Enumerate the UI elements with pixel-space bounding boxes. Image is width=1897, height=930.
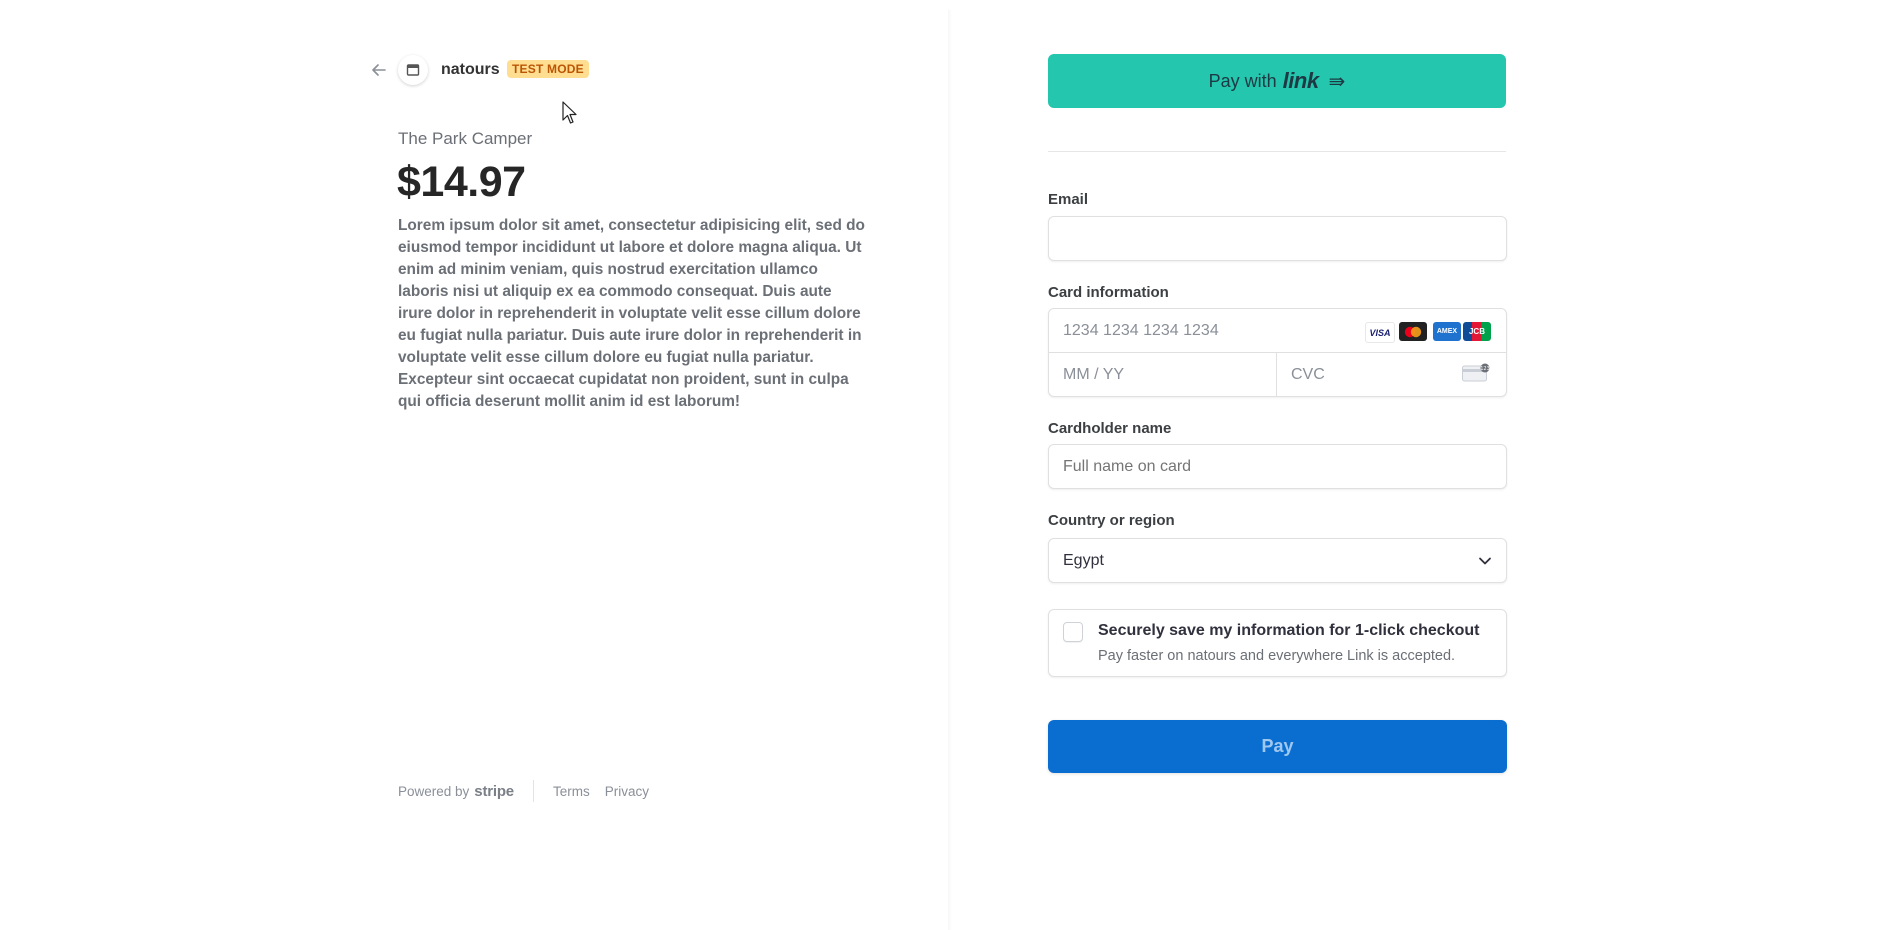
order-summary-panel: natours TEST MODE The Park Camper $14.97…	[0, 0, 951, 923]
product-description: Lorem ipsum dolor sit amet, consectetur …	[398, 217, 865, 410]
panel-divider	[948, 10, 952, 930]
link-arrow-icon: ⇛	[1328, 70, 1346, 93]
country-label: Country or region	[1048, 512, 1175, 529]
merchant-logo	[398, 55, 428, 85]
chevron-down-icon	[1479, 557, 1491, 565]
mastercard-icon	[1399, 322, 1427, 341]
save-info-checkbox[interactable]	[1063, 622, 1083, 642]
card-number-placeholder: 1234 1234 1234 1234	[1063, 321, 1219, 339]
card-cvc-field[interactable]: CVC 123	[1277, 353, 1506, 397]
terms-link[interactable]: Terms	[553, 784, 590, 799]
stripe-logo[interactable]: stripe	[474, 783, 514, 800]
merchant-name: natours	[441, 61, 500, 78]
pay-button[interactable]: Pay	[1048, 720, 1507, 773]
cardholder-label: Cardholder name	[1048, 420, 1172, 437]
email-field[interactable]	[1048, 216, 1507, 261]
link-button-prefix: Pay with	[1208, 70, 1277, 91]
cvc-placeholder: CVC	[1291, 366, 1325, 383]
separator	[1048, 151, 1506, 152]
expiry-placeholder: MM / YY	[1063, 366, 1125, 383]
jcb-icon: JCB	[1463, 322, 1491, 341]
powered-by-text: Powered by	[398, 783, 470, 799]
visa-icon: VISA	[1365, 322, 1395, 343]
save-info-title: Securely save my information for 1-click…	[1098, 622, 1480, 639]
email-label: Email	[1048, 191, 1089, 208]
card-expiry-field[interactable]: MM / YY	[1049, 353, 1277, 397]
product-name: The Park Camper	[398, 129, 533, 148]
card-information-group: 1234 1234 1234 1234 VISA AMEX JCB MM / Y…	[1048, 308, 1507, 397]
privacy-link[interactable]: Privacy	[605, 784, 649, 799]
footer: Powered by stripe Terms Privacy	[398, 780, 664, 802]
product-price: $14.97	[397, 158, 526, 206]
store-icon	[406, 64, 420, 76]
card-info-label: Card information	[1048, 284, 1169, 301]
cvc-card-icon: 123	[1462, 363, 1490, 382]
pay-with-link-button[interactable]: Pay with link ⇛	[1048, 54, 1506, 108]
mouse-cursor-icon	[562, 101, 578, 130]
test-mode-badge: TEST MODE	[507, 60, 589, 78]
save-info-subtitle: Pay faster on natours and everywhere Lin…	[1098, 648, 1456, 664]
save-info-box: Securely save my information for 1-click…	[1048, 609, 1507, 677]
country-select[interactable]: Egypt	[1048, 538, 1507, 583]
amex-icon: AMEX	[1433, 322, 1461, 341]
cardholder-name-field[interactable]	[1048, 444, 1507, 489]
link-logo: link	[1282, 68, 1319, 93]
back-arrow-icon[interactable]	[370, 61, 388, 79]
footer-divider	[532, 780, 534, 802]
svg-text:123: 123	[1480, 366, 1490, 372]
country-value: Egypt	[1063, 551, 1104, 569]
